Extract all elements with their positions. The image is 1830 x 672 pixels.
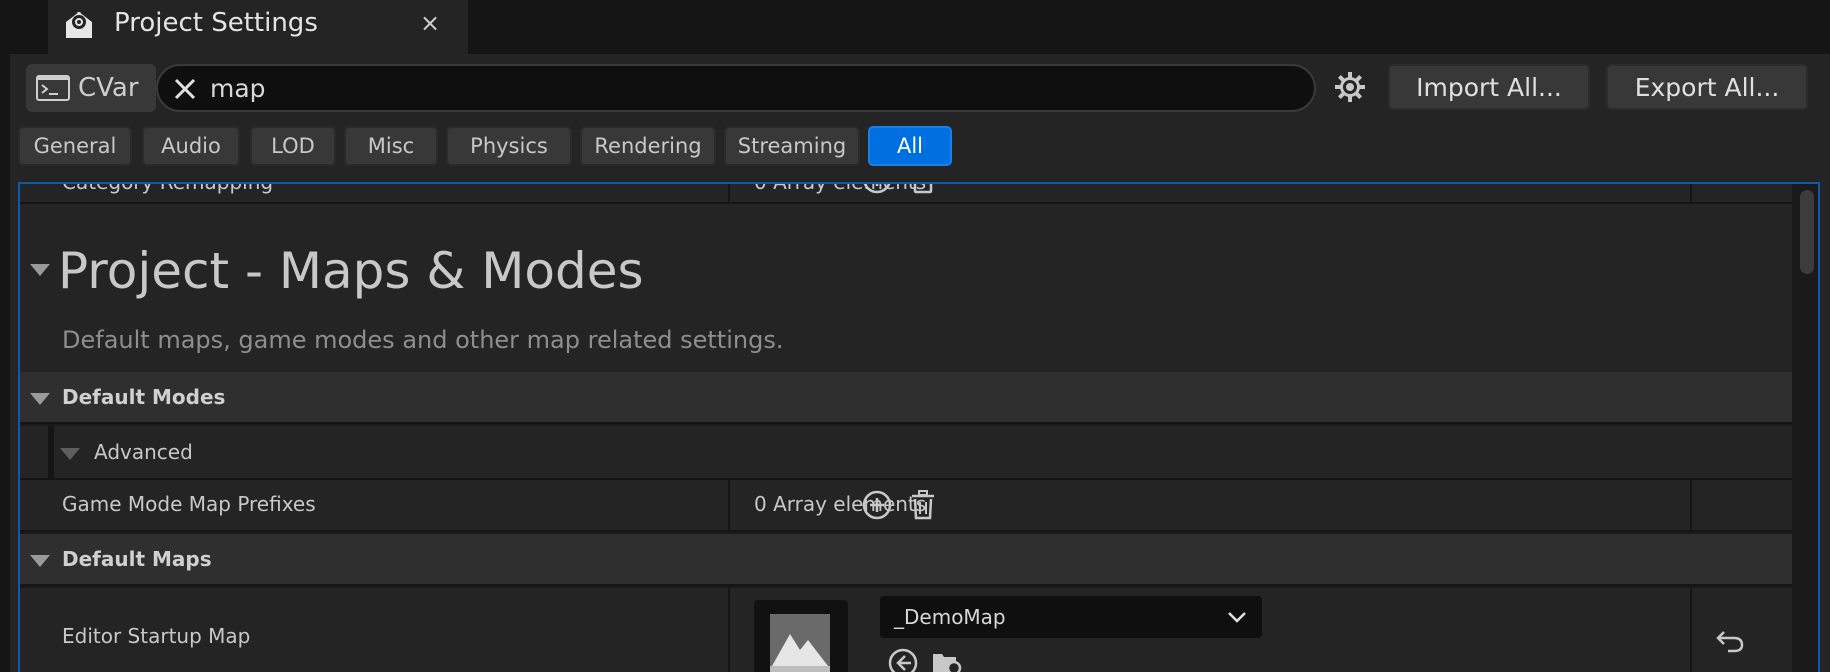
tab-title: Project Settings	[114, 8, 318, 38]
project-settings-panel: CVar Import All... Export All... General…	[10, 54, 1830, 672]
property-name: Category Remapping	[62, 182, 274, 194]
use-selected-asset-icon[interactable]	[886, 646, 920, 672]
add-element-icon[interactable]	[860, 488, 894, 522]
category-remapping-row: Category Remapping 0 Array elements	[20, 182, 1792, 204]
browse-folder-icon[interactable]	[930, 646, 964, 672]
property-name: Editor Startup Map	[62, 624, 251, 648]
trash-icon[interactable]	[906, 488, 940, 522]
property-value: 0 Array elements	[754, 492, 927, 516]
import-all-button[interactable]: Import All...	[1388, 64, 1590, 110]
gear-icon[interactable]	[1332, 69, 1368, 105]
export-all-button[interactable]: Export All...	[1606, 64, 1808, 110]
category-label: Default Maps	[62, 547, 212, 571]
advanced-group[interactable]: Advanced	[20, 426, 1792, 480]
collapse-triangle-icon	[30, 393, 50, 405]
editor-startup-map-row: Editor Startup Map _DemoMap	[20, 588, 1792, 672]
scrollbar-thumb[interactable]	[1800, 190, 1814, 274]
chip-physics[interactable]: Physics	[446, 126, 572, 166]
cvar-button[interactable]: CVar	[26, 64, 156, 112]
section-title: Project - Maps & Modes	[58, 242, 644, 300]
reset-to-default-icon[interactable]	[1714, 624, 1748, 658]
section-header: Project - Maps & Modes Default maps, gam…	[20, 204, 1792, 372]
console-icon	[36, 75, 70, 101]
project-settings-tab[interactable]: Project Settings ×	[48, 0, 468, 54]
category-default-modes[interactable]: Default Modes	[20, 372, 1792, 424]
map-asset-combo[interactable]: _DemoMap	[880, 596, 1262, 638]
advanced-label: Advanced	[94, 440, 193, 464]
editor-tab-bar: Project Settings ×	[0, 0, 1830, 54]
search-box	[156, 64, 1316, 112]
chip-rendering[interactable]: Rendering	[580, 126, 716, 166]
section-description: Default maps, game modes and other map r…	[62, 326, 784, 354]
chip-misc[interactable]: Misc	[344, 126, 438, 166]
category-label: Default Modes	[62, 385, 226, 409]
chip-all[interactable]: All	[868, 126, 952, 166]
add-element-icon[interactable]	[860, 182, 894, 196]
chip-lod[interactable]: LOD	[250, 126, 336, 166]
collapse-triangle-icon[interactable]	[30, 264, 50, 276]
map-asset-icon	[770, 614, 830, 672]
chip-streaming[interactable]: Streaming	[724, 126, 860, 166]
details-scrollbar[interactable]	[1792, 184, 1818, 672]
close-icon[interactable]: ×	[420, 9, 440, 37]
map-thumbnail[interactable]	[754, 600, 848, 672]
game-mode-map-prefixes-row: Game Mode Map Prefixes 0 Array elements	[20, 480, 1792, 532]
property-value: 0 Array elements	[754, 182, 927, 194]
chevron-down-icon	[1228, 612, 1246, 623]
selected-map: _DemoMap	[894, 605, 1006, 629]
search-input[interactable]	[210, 70, 1290, 106]
details-view: Category Remapping 0 Array elements Proj…	[18, 182, 1820, 672]
chip-audio[interactable]: Audio	[142, 126, 240, 166]
property-name: Game Mode Map Prefixes	[62, 492, 316, 516]
clear-search-icon[interactable]	[172, 76, 198, 102]
expand-triangle-icon	[60, 448, 80, 460]
category-default-maps[interactable]: Default Maps	[20, 534, 1792, 586]
trash-icon[interactable]	[906, 182, 940, 196]
collapse-triangle-icon	[30, 555, 50, 567]
chip-general[interactable]: General	[18, 126, 132, 166]
cvar-label: CVar	[78, 73, 139, 103]
project-settings-gear-icon	[66, 12, 92, 38]
